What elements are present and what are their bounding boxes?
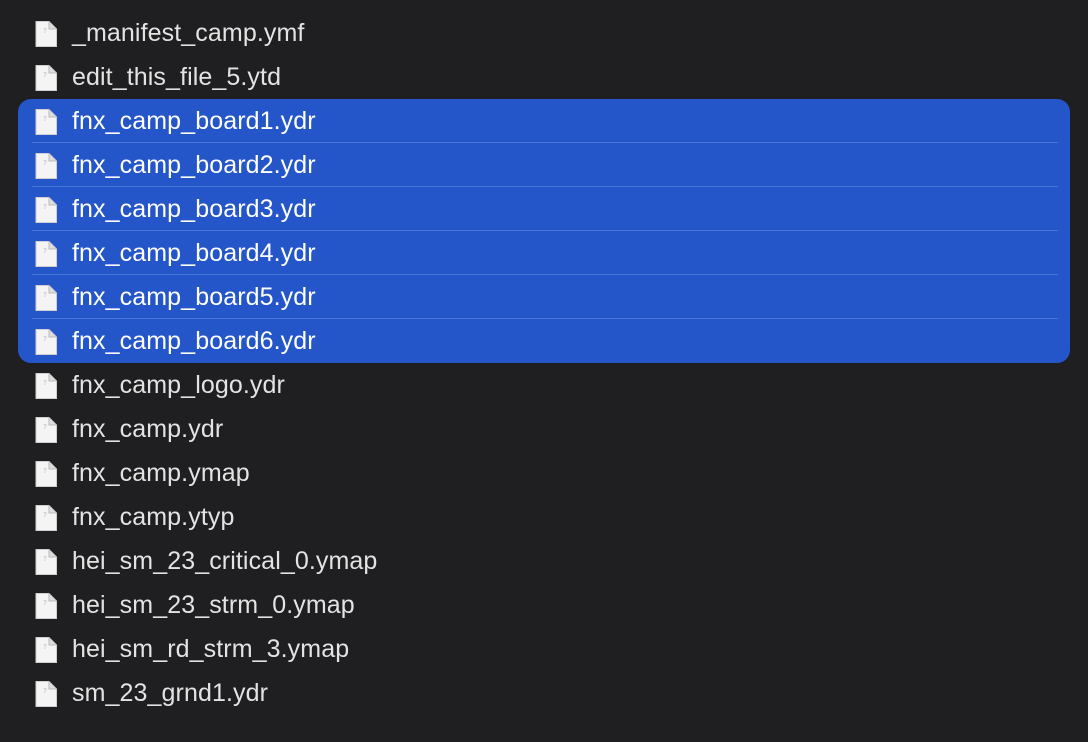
- file-row[interactable]: ? fnx_camp_board3.ydr: [18, 187, 1070, 231]
- document-icon: ?: [34, 548, 58, 576]
- document-icon: ?: [34, 460, 58, 488]
- svg-text:?: ?: [43, 643, 47, 651]
- svg-text:?: ?: [43, 467, 47, 475]
- document-icon: ?: [34, 64, 58, 92]
- svg-text:?: ?: [43, 203, 47, 211]
- file-row[interactable]: ? fnx_camp_board2.ydr: [18, 143, 1070, 187]
- file-row[interactable]: ? _manifest_camp.ymf: [18, 11, 1070, 55]
- file-name: sm_23_grnd1.ydr: [72, 679, 269, 707]
- document-icon: ?: [34, 636, 58, 664]
- document-icon: ?: [34, 152, 58, 180]
- file-row[interactable]: ? fnx_camp_board5.ydr: [18, 275, 1070, 319]
- file-list: ? _manifest_camp.ymf ? edit_this_file_5.yt…: [18, 11, 1070, 715]
- file-name: fnx_camp_board6.ydr: [72, 327, 316, 355]
- svg-text:?: ?: [43, 247, 47, 255]
- document-icon: ?: [34, 372, 58, 400]
- file-name: fnx_camp.ymap: [72, 459, 250, 487]
- svg-text:?: ?: [43, 335, 47, 343]
- file-row[interactable]: ? fnx_camp.ydr: [18, 407, 1070, 451]
- file-name: fnx_camp.ydr: [72, 415, 224, 443]
- svg-text:?: ?: [43, 71, 47, 79]
- svg-text:?: ?: [43, 291, 47, 299]
- document-icon: ?: [34, 240, 58, 268]
- file-row[interactable]: ? hei_sm_rd_strm_3.ymap: [18, 627, 1070, 671]
- svg-text:?: ?: [43, 599, 47, 607]
- file-row[interactable]: ? edit_this_file_5.ytd: [18, 55, 1070, 99]
- file-row[interactable]: ? fnx_camp.ytyp: [18, 495, 1070, 539]
- file-name: fnx_camp_board4.ydr: [72, 239, 316, 267]
- svg-text:?: ?: [43, 423, 47, 431]
- document-icon: ?: [34, 20, 58, 48]
- file-row[interactable]: ? sm_23_grnd1.ydr: [18, 671, 1070, 715]
- svg-text:?: ?: [43, 687, 47, 695]
- document-icon: ?: [34, 680, 58, 708]
- document-icon: ?: [34, 196, 58, 224]
- file-name: fnx_camp_board2.ydr: [72, 151, 316, 179]
- file-name: hei_sm_rd_strm_3.ymap: [72, 635, 350, 663]
- document-icon: ?: [34, 416, 58, 444]
- file-name: hei_sm_23_strm_0.ymap: [72, 591, 355, 619]
- file-row[interactable]: ? fnx_camp_board1.ydr: [18, 99, 1070, 143]
- document-icon: ?: [34, 504, 58, 532]
- file-name: _manifest_camp.ymf: [72, 19, 305, 47]
- file-row[interactable]: ? fnx_camp_board4.ydr: [18, 231, 1070, 275]
- file-row[interactable]: ? hei_sm_23_critical_0.ymap: [18, 539, 1070, 583]
- file-row[interactable]: ? hei_sm_23_strm_0.ymap: [18, 583, 1070, 627]
- svg-text:?: ?: [43, 511, 47, 519]
- file-row[interactable]: ? fnx_camp_board6.ydr: [18, 319, 1070, 363]
- document-icon: ?: [34, 592, 58, 620]
- svg-text:?: ?: [43, 159, 47, 167]
- svg-text:?: ?: [43, 555, 47, 563]
- file-name: fnx_camp_logo.ydr: [72, 371, 285, 399]
- document-icon: ?: [34, 328, 58, 356]
- svg-text:?: ?: [43, 27, 47, 35]
- svg-text:?: ?: [43, 115, 47, 123]
- file-row[interactable]: ? fnx_camp_logo.ydr: [18, 363, 1070, 407]
- file-row[interactable]: ? fnx_camp.ymap: [18, 451, 1070, 495]
- file-name: fnx_camp.ytyp: [72, 503, 235, 531]
- document-icon: ?: [34, 108, 58, 136]
- file-name: edit_this_file_5.ytd: [72, 63, 282, 91]
- file-name: fnx_camp_board1.ydr: [72, 107, 316, 135]
- file-name: hei_sm_23_critical_0.ymap: [72, 547, 378, 575]
- file-name: fnx_camp_board5.ydr: [72, 283, 316, 311]
- svg-text:?: ?: [43, 379, 47, 387]
- document-icon: ?: [34, 284, 58, 312]
- file-name: fnx_camp_board3.ydr: [72, 195, 316, 223]
